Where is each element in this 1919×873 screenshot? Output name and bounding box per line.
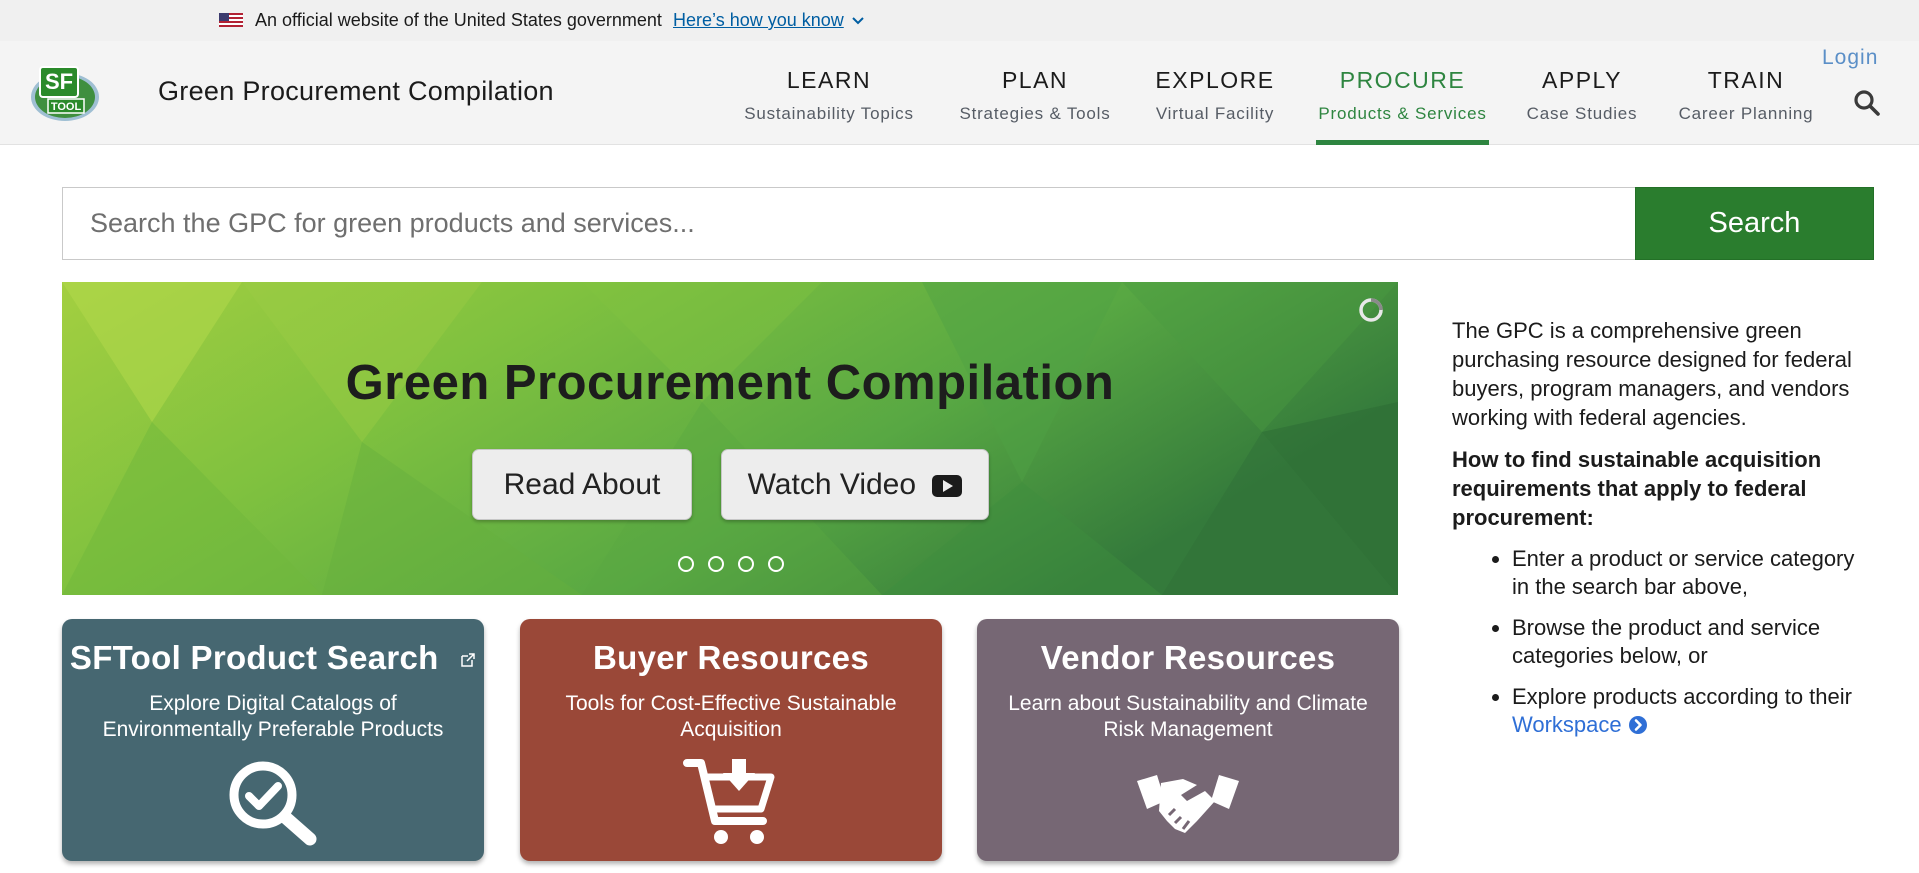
- list-item-text: Explore products according to their: [1512, 684, 1852, 709]
- read-about-button[interactable]: Read About: [472, 449, 692, 520]
- hero-title: Green Procurement Compilation: [345, 356, 1115, 410]
- gov-banner-text: An official website of the United States…: [255, 10, 662, 30]
- site-header: SF TOOL Green Procurement Compilation LE…: [0, 41, 1919, 145]
- chevron-down-icon[interactable]: [851, 14, 865, 28]
- card-description: Learn about Sustainability and Climate R…: [1008, 692, 1368, 741]
- nav-procure[interactable]: PROCURE Products & Services: [1314, 67, 1491, 124]
- hero-background: [62, 282, 1398, 595]
- play-icon: [932, 474, 963, 497]
- workspace-link[interactable]: Workspace: [1512, 712, 1622, 737]
- carousel-dot-4[interactable]: [768, 556, 784, 572]
- how-to-list: Enter a product or service category in t…: [1452, 545, 1872, 739]
- vendor-resources-card[interactable]: Vendor Resources Learn about Sustainabil…: [977, 619, 1399, 861]
- logo-text-bottom: TOOL: [51, 101, 82, 113]
- handshake-icon: [1137, 775, 1239, 833]
- search-icon[interactable]: [1853, 89, 1881, 117]
- sftool-logo[interactable]: SF TOOL: [28, 63, 102, 123]
- search-input[interactable]: [62, 187, 1635, 260]
- card-description: Explore Digital Catalogs of Environmenta…: [102, 692, 444, 741]
- list-item: Explore products according to their Work…: [1512, 683, 1872, 739]
- nav-explore[interactable]: EXPLORE Virtual Facility: [1150, 67, 1280, 124]
- carousel-dot-3[interactable]: [738, 556, 754, 572]
- nav-plan[interactable]: PLAN Strategies & Tools: [953, 67, 1117, 124]
- magnifier-check-icon: [229, 761, 317, 846]
- nav-procure-sub: Products & Services: [1318, 104, 1487, 123]
- logo-text-top: SF: [45, 69, 73, 94]
- card-title: Buyer Resources: [593, 639, 869, 676]
- login-link[interactable]: Login: [1822, 46, 1878, 70]
- nav-learn-label: LEARN: [786, 67, 872, 93]
- card-title: SFTool Product Search: [69, 639, 439, 676]
- carousel-dot-2[interactable]: [708, 556, 724, 572]
- nav-explore-label: EXPLORE: [1155, 67, 1275, 93]
- nav-train-sub: Career Planning: [1678, 104, 1814, 123]
- gpc-search-form: Search: [62, 187, 1874, 260]
- list-item: Enter a product or service category in t…: [1512, 545, 1872, 601]
- carousel-progress-icon[interactable]: [1358, 297, 1384, 323]
- nav-plan-sub: Strategies & Tools: [959, 104, 1111, 123]
- search-button[interactable]: Search: [1635, 187, 1874, 260]
- sftool-product-search-card[interactable]: SFTool Product Search Explore Digital Ca…: [62, 619, 484, 861]
- buyer-resources-card[interactable]: Buyer Resources Tools for Cost-Effective…: [520, 619, 942, 861]
- nav-train-label: TRAIN: [1707, 67, 1785, 93]
- how-to-heading: How to find sustainable acquisition requ…: [1452, 447, 1822, 530]
- nav-apply-label: APPLY: [1542, 67, 1622, 93]
- nav-learn-sub: Sustainability Topics: [744, 104, 914, 123]
- gov-banner: An official website of the United States…: [0, 0, 1919, 41]
- gpc-info-sidebar: The GPC is a comprehensive green purchas…: [1452, 316, 1872, 752]
- heres-how-you-know-link[interactable]: Here’s how you know: [673, 10, 844, 31]
- nav-train[interactable]: TRAIN Career Planning: [1673, 67, 1819, 124]
- external-link-icon: [461, 653, 475, 668]
- list-item: Browse the product and service categorie…: [1512, 614, 1872, 670]
- card-description: Tools for Cost-Effective Sustainable Acq…: [565, 692, 897, 741]
- nav-procure-label: PROCURE: [1339, 67, 1466, 93]
- nav-apply-sub: Case Studies: [1526, 104, 1638, 123]
- gpc-intro-text: The GPC is a comprehensive green purchas…: [1452, 318, 1852, 430]
- watch-video-label: Watch Video: [747, 467, 917, 501]
- nav-explore-sub: Virtual Facility: [1155, 104, 1275, 123]
- nav-learn[interactable]: LEARN Sustainability Topics: [738, 67, 920, 124]
- watch-video-button[interactable]: Watch Video: [721, 449, 989, 520]
- shopping-cart-download-icon: [683, 759, 775, 844]
- nav-active-indicator: [1316, 140, 1489, 145]
- card-title: Vendor Resources: [1040, 639, 1336, 676]
- carousel-dot-1[interactable]: [678, 556, 694, 572]
- hero-carousel: Green Procurement Compilation Read About…: [62, 282, 1398, 595]
- site-title[interactable]: Green Procurement Compilation: [158, 76, 554, 107]
- chevron-circle-right-icon[interactable]: [1628, 715, 1648, 735]
- nav-apply[interactable]: APPLY Case Studies: [1522, 67, 1642, 124]
- us-flag-icon: [219, 13, 243, 27]
- nav-plan-label: PLAN: [1001, 67, 1069, 93]
